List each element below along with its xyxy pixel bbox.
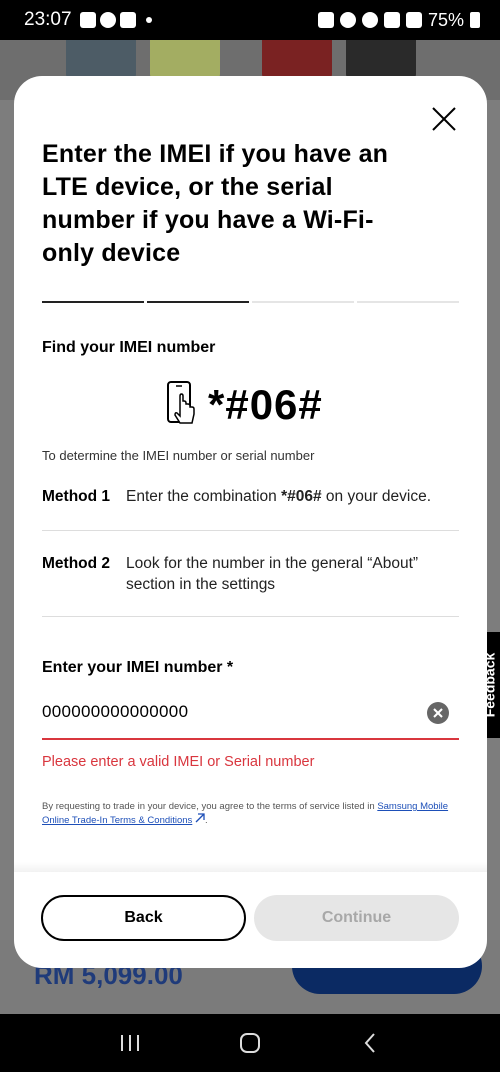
dial-code-row: *#06# [166,380,323,430]
recent-apps-button[interactable] [110,1023,150,1063]
step-indicator [42,301,144,303]
youtube-icon [119,12,136,28]
continue-button[interactable]: Continue [254,895,459,941]
close-button[interactable] [431,106,457,132]
close-icon [432,107,456,131]
signal-icon [405,12,422,28]
clock-icon [339,12,356,28]
home-button[interactable] [230,1023,270,1063]
method-label: Method 2 [42,555,111,572]
status-bar: 23:07 75% [0,0,500,40]
dial-code: *#06# [208,381,323,428]
imei-field [42,696,459,740]
more-notifications-icon [145,17,152,23]
step-indicator [147,301,249,303]
divider [42,530,459,531]
step-progress [42,301,459,303]
alarm-icon [317,12,334,28]
whatsapp-icon [99,12,116,28]
battery-icon [470,12,480,28]
product-image [66,40,136,80]
terms-text: By requesting to trade in your device, y… [42,801,449,826]
system-nav-bar [0,1014,500,1072]
back-nav-button[interactable] [350,1023,390,1063]
step-indicator [357,301,459,303]
find-imei-heading: Find your IMEI number [42,339,216,356]
imei-error-message: Please enter a valid IMEI or Serial numb… [42,754,315,770]
recent-apps-icon [121,1035,139,1051]
method-1: Method 1 Enter the combination *#06# on … [42,486,459,507]
footer-divider [14,862,487,872]
clear-input-button[interactable] [427,702,449,724]
status-time: 23:07 [24,9,72,30]
notification-icons [79,12,152,28]
method-text: Look for the number in the general “Abou… [126,555,419,593]
phone-tap-icon [167,381,195,424]
divider [42,616,459,617]
product-image [262,40,332,80]
imei-field-label: Enter your IMEI number * [42,659,234,676]
system-icons: 75% [317,9,480,31]
back-button[interactable]: Back [41,895,246,941]
home-icon [240,1033,260,1053]
method-text: Enter the combination *#06# on your devi… [126,488,432,505]
determine-text: To determine the IMEI number or serial n… [42,448,315,463]
gallery-icon [79,12,96,28]
product-image [150,40,220,80]
imei-input[interactable] [42,696,412,728]
imei-modal: Enter the IMEI if you have an LTE device… [14,76,487,968]
modal-title: Enter the IMEI if you have an LTE device… [42,140,389,267]
product-image [346,40,416,80]
clear-icon [433,708,443,718]
battery-level: 75% [427,9,464,30]
back-chevron-icon [364,1033,375,1053]
bluetooth-icon [361,12,378,28]
method-label: Method 1 [42,488,111,505]
step-indicator [252,301,354,303]
wifi-icon [383,12,400,28]
method-2: Method 2 Look for the number in the gene… [42,553,459,595]
external-link-icon [195,813,205,823]
